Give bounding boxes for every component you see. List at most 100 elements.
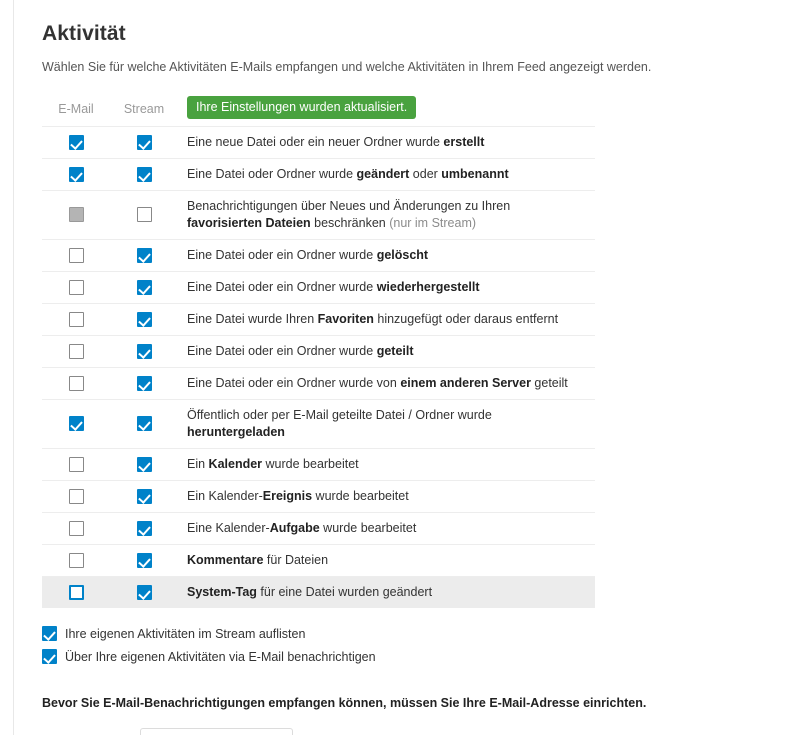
activity-label-part: Eine Datei oder ein Ordner wurde von [187,376,401,390]
stream-checkbox[interactable] [136,343,152,359]
email-checkbox[interactable] [68,311,84,327]
activity-label-part: Eine Kalender- [187,521,270,535]
table-row[interactable]: Eine neue Datei oder ein neuer Ordner wu… [42,126,595,159]
email-checkbox[interactable] [68,375,84,391]
stream-checkbox[interactable] [136,375,152,391]
stream-checkbox-cell[interactable] [110,272,178,304]
table-row[interactable]: Eine Datei oder ein Ordner wurde wiederh… [42,271,595,304]
email-checkbox-cell[interactable] [42,272,110,304]
email-checkbox-cell[interactable] [42,368,110,400]
stream-checkbox[interactable] [136,456,152,472]
column-header-email: E-Mail [58,102,94,116]
stream-checkbox-cell[interactable] [110,127,178,159]
table-row[interactable]: Eine Kalender-Aufgabe wurde bearbeitet [42,512,595,545]
email-checkbox-cell[interactable] [42,577,110,609]
stream-checkbox[interactable] [136,584,152,600]
activity-label-part: Benachrichtigungen über Neues und Änderu… [187,199,511,213]
activity-label-part: beschränken [310,216,390,230]
email-checkbox[interactable] [68,520,84,536]
stream-checkbox-cell[interactable] [110,368,178,400]
activity-label-part: oder [409,167,442,181]
email-checkbox-cell[interactable] [42,449,110,481]
email-checkbox-cell[interactable] [42,545,110,577]
activity-label: Eine Datei oder ein Ordner wurde von ein… [178,368,595,400]
table-row[interactable]: Eine Datei wurde Ihren Favoriten hinzuge… [42,303,595,336]
email-checkbox[interactable] [68,134,84,150]
email-checkbox-cell[interactable] [42,304,110,336]
email-checkbox[interactable] [68,584,84,600]
table-row[interactable]: Ein Kalender-Ereignis wurde bearbeitet [42,480,595,513]
stream-checkbox[interactable] [136,166,152,182]
activity-label-part: für Dateien [263,553,329,567]
stream-checkbox-cell[interactable] [110,513,178,545]
stream-checkbox[interactable] [136,488,152,504]
activity-label: System-Tag für eine Datei wurden geänder… [178,577,595,609]
stream-checkbox-cell[interactable] [110,545,178,577]
activity-label-part: Aufgabe [269,521,320,535]
email-checkbox[interactable] [68,343,84,359]
stream-checkbox-cell[interactable] [110,336,178,368]
activity-label-part: Kalender [208,457,263,471]
table-row[interactable]: Eine Datei oder ein Ordner wurde geteilt [42,335,595,368]
global-option-label[interactable]: Über Ihre eigenen Aktivitäten via E-Mail… [65,649,376,665]
email-checkbox-cell[interactable] [42,400,110,449]
global-option-checkbox[interactable] [42,649,57,664]
table-row[interactable]: System-Tag für eine Datei wurden geänder… [42,576,595,609]
email-checkbox[interactable] [68,416,84,432]
global-option-row[interactable]: Ihre eigenen Aktivitäten im Stream aufli… [42,623,789,644]
settings-content: Aktivität Wählen Sie für welche Aktivitä… [42,0,789,735]
stream-checkbox[interactable] [136,520,152,536]
email-checkbox[interactable] [68,456,84,472]
activity-label-part: hinzugefügt oder daraus entfernt [373,312,559,326]
activity-label-part: Favoriten [317,312,374,326]
email-checkbox-cell[interactable] [42,240,110,272]
stream-checkbox-cell[interactable] [110,191,178,240]
email-checkbox[interactable] [68,166,84,182]
email-checkbox-cell[interactable] [42,513,110,545]
table-row[interactable]: Eine Datei oder ein Ordner wurde gelösch… [42,239,595,272]
email-checkbox-cell[interactable] [42,481,110,513]
stream-checkbox-cell[interactable] [110,577,178,609]
stream-checkbox[interactable] [136,311,152,327]
email-checkbox[interactable] [68,552,84,568]
table-row[interactable]: Benachrichtigungen über Neues und Änderu… [42,190,595,240]
email-frequency-select[interactable]: So bald wie möglich [139,728,293,735]
global-option-checkbox[interactable] [42,626,57,641]
table-row[interactable]: Eine Datei oder ein Ordner wurde von ein… [42,367,595,400]
email-checkbox[interactable] [68,247,84,263]
stream-checkbox-cell[interactable] [110,481,178,513]
table-header: E-Mail Stream Ihre Einstellungen wurden … [42,93,595,127]
stream-checkbox[interactable] [136,279,152,295]
table-row[interactable]: Kommentare für Dateien [42,544,595,577]
global-option-row[interactable]: Über Ihre eigenen Aktivitäten via E-Mail… [42,646,789,667]
page-title: Aktivität [42,22,126,45]
stream-checkbox[interactable] [136,134,152,150]
email-checkbox [68,207,84,223]
activity-label-part: wurde bearbeitet [262,457,359,471]
stream-checkbox-cell[interactable] [110,240,178,272]
email-frequency-row: E-Mails senden: So bald wie möglich [42,728,789,735]
stream-checkbox[interactable] [136,207,152,223]
email-checkbox-cell[interactable] [42,191,110,240]
email-checkbox-cell[interactable] [42,159,110,191]
stream-checkbox-cell[interactable] [110,449,178,481]
email-checkbox-cell[interactable] [42,127,110,159]
activity-label-part: Eine Datei oder ein Ordner wurde [187,280,377,294]
activity-label-part: Öffentlich oder per E-Mail geteilte Date… [187,408,492,422]
global-option-label[interactable]: Ihre eigenen Aktivitäten im Stream aufli… [65,626,305,642]
stream-checkbox-cell[interactable] [110,304,178,336]
stream-checkbox[interactable] [136,552,152,568]
stream-checkbox-cell[interactable] [110,400,178,449]
email-checkbox-cell[interactable] [42,336,110,368]
activity-label-part: einem anderen Server [400,376,531,390]
stream-checkbox[interactable] [136,247,152,263]
email-checkbox[interactable] [68,279,84,295]
activity-label: Kommentare für Dateien [178,545,595,577]
stream-checkbox-cell[interactable] [110,159,178,191]
stream-checkbox[interactable] [136,416,152,432]
table-row[interactable]: Öffentlich oder per E-Mail geteilte Date… [42,399,595,449]
email-checkbox[interactable] [68,488,84,504]
table-row[interactable]: Ein Kalender wurde bearbeitet [42,448,595,481]
activity-label-part: (nur im Stream) [389,216,477,230]
table-row[interactable]: Eine Datei oder Ordner wurde geändert od… [42,158,595,191]
